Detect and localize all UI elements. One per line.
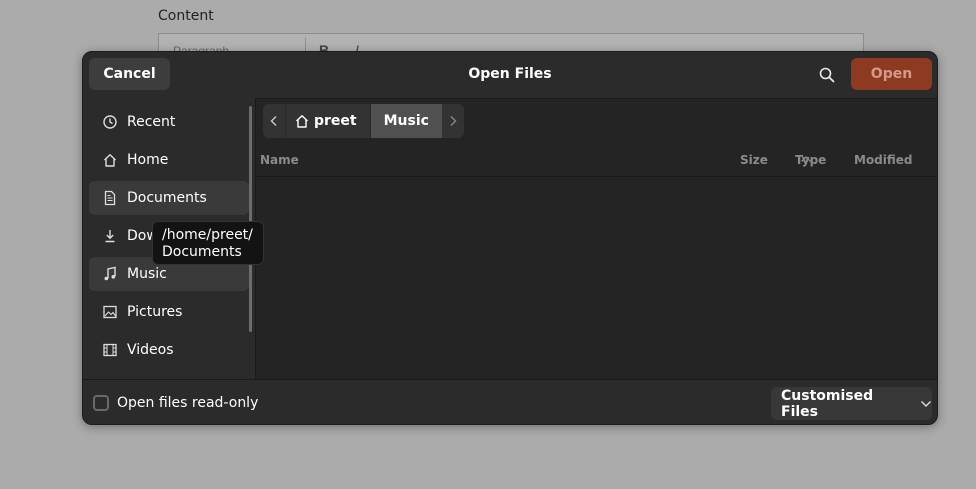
picture-icon	[101, 303, 119, 321]
column-modified[interactable]: Modified	[854, 153, 913, 167]
sidebar-item-label: Pictures	[127, 304, 183, 320]
sidebar-item-label: Videos	[127, 342, 174, 358]
film-icon	[101, 341, 119, 359]
dialog-header: Cancel Open Files Open	[83, 52, 937, 99]
content-label: Content	[158, 8, 214, 24]
search-icon	[819, 67, 835, 83]
column-name[interactable]: Name	[260, 153, 299, 167]
sidebar-item-recent[interactable]: Recent	[89, 105, 249, 139]
sidebar-item-videos[interactable]: Videos	[89, 333, 249, 367]
download-icon	[101, 227, 119, 245]
home-icon	[101, 151, 119, 169]
tooltip-line: /home/preet/	[162, 227, 253, 243]
sidebar-item-label: Documents	[127, 190, 207, 206]
home-icon	[294, 113, 310, 129]
dialog-footer: Open files read-only Customised Files	[83, 379, 937, 424]
readonly-label: Open files read-only	[117, 395, 259, 411]
readonly-checkbox[interactable]	[93, 395, 109, 411]
sidebar-item-label: Music	[127, 266, 167, 282]
file-list-header: Name Size Type Modified	[256, 144, 937, 177]
breadcrumb-label: preet	[314, 113, 357, 129]
chevron-right-icon	[450, 116, 457, 126]
filter-label: Customised Files	[781, 387, 874, 420]
breadcrumb-home[interactable]: preet	[285, 104, 370, 138]
clock-icon	[101, 113, 119, 131]
file-filter-dropdown[interactable]: Customised Files	[771, 387, 932, 420]
sidebar-item-label: Home	[127, 152, 169, 168]
sidebar-item-home[interactable]: Home	[89, 143, 249, 177]
path-back-button[interactable]	[263, 104, 285, 138]
tooltip-line: Documents	[162, 244, 242, 260]
sidebar-scrollbar[interactable]	[249, 106, 252, 332]
column-size[interactable]: Size	[740, 153, 768, 167]
document-icon	[101, 189, 119, 207]
sidebar-item-documents[interactable]: Documents	[89, 181, 249, 215]
column-type[interactable]: Type	[795, 153, 826, 167]
sidebar-item-pictures[interactable]: Pictures	[89, 295, 249, 329]
dialog-title: Open Files	[468, 66, 552, 82]
path-forward-button[interactable]	[442, 104, 464, 138]
breadcrumb-current[interactable]: Music	[369, 104, 442, 138]
search-button[interactable]	[811, 60, 843, 90]
chevron-down-icon	[920, 400, 932, 408]
path-bar: preet Music	[263, 104, 464, 138]
sidebar-item-label: Recent	[127, 114, 176, 130]
open-button[interactable]: Open	[851, 58, 932, 90]
music-icon	[101, 265, 119, 283]
breadcrumb-label: Music	[383, 113, 429, 129]
path-tooltip: /home/preet/ Documents	[152, 221, 264, 265]
chevron-left-icon	[270, 116, 277, 126]
